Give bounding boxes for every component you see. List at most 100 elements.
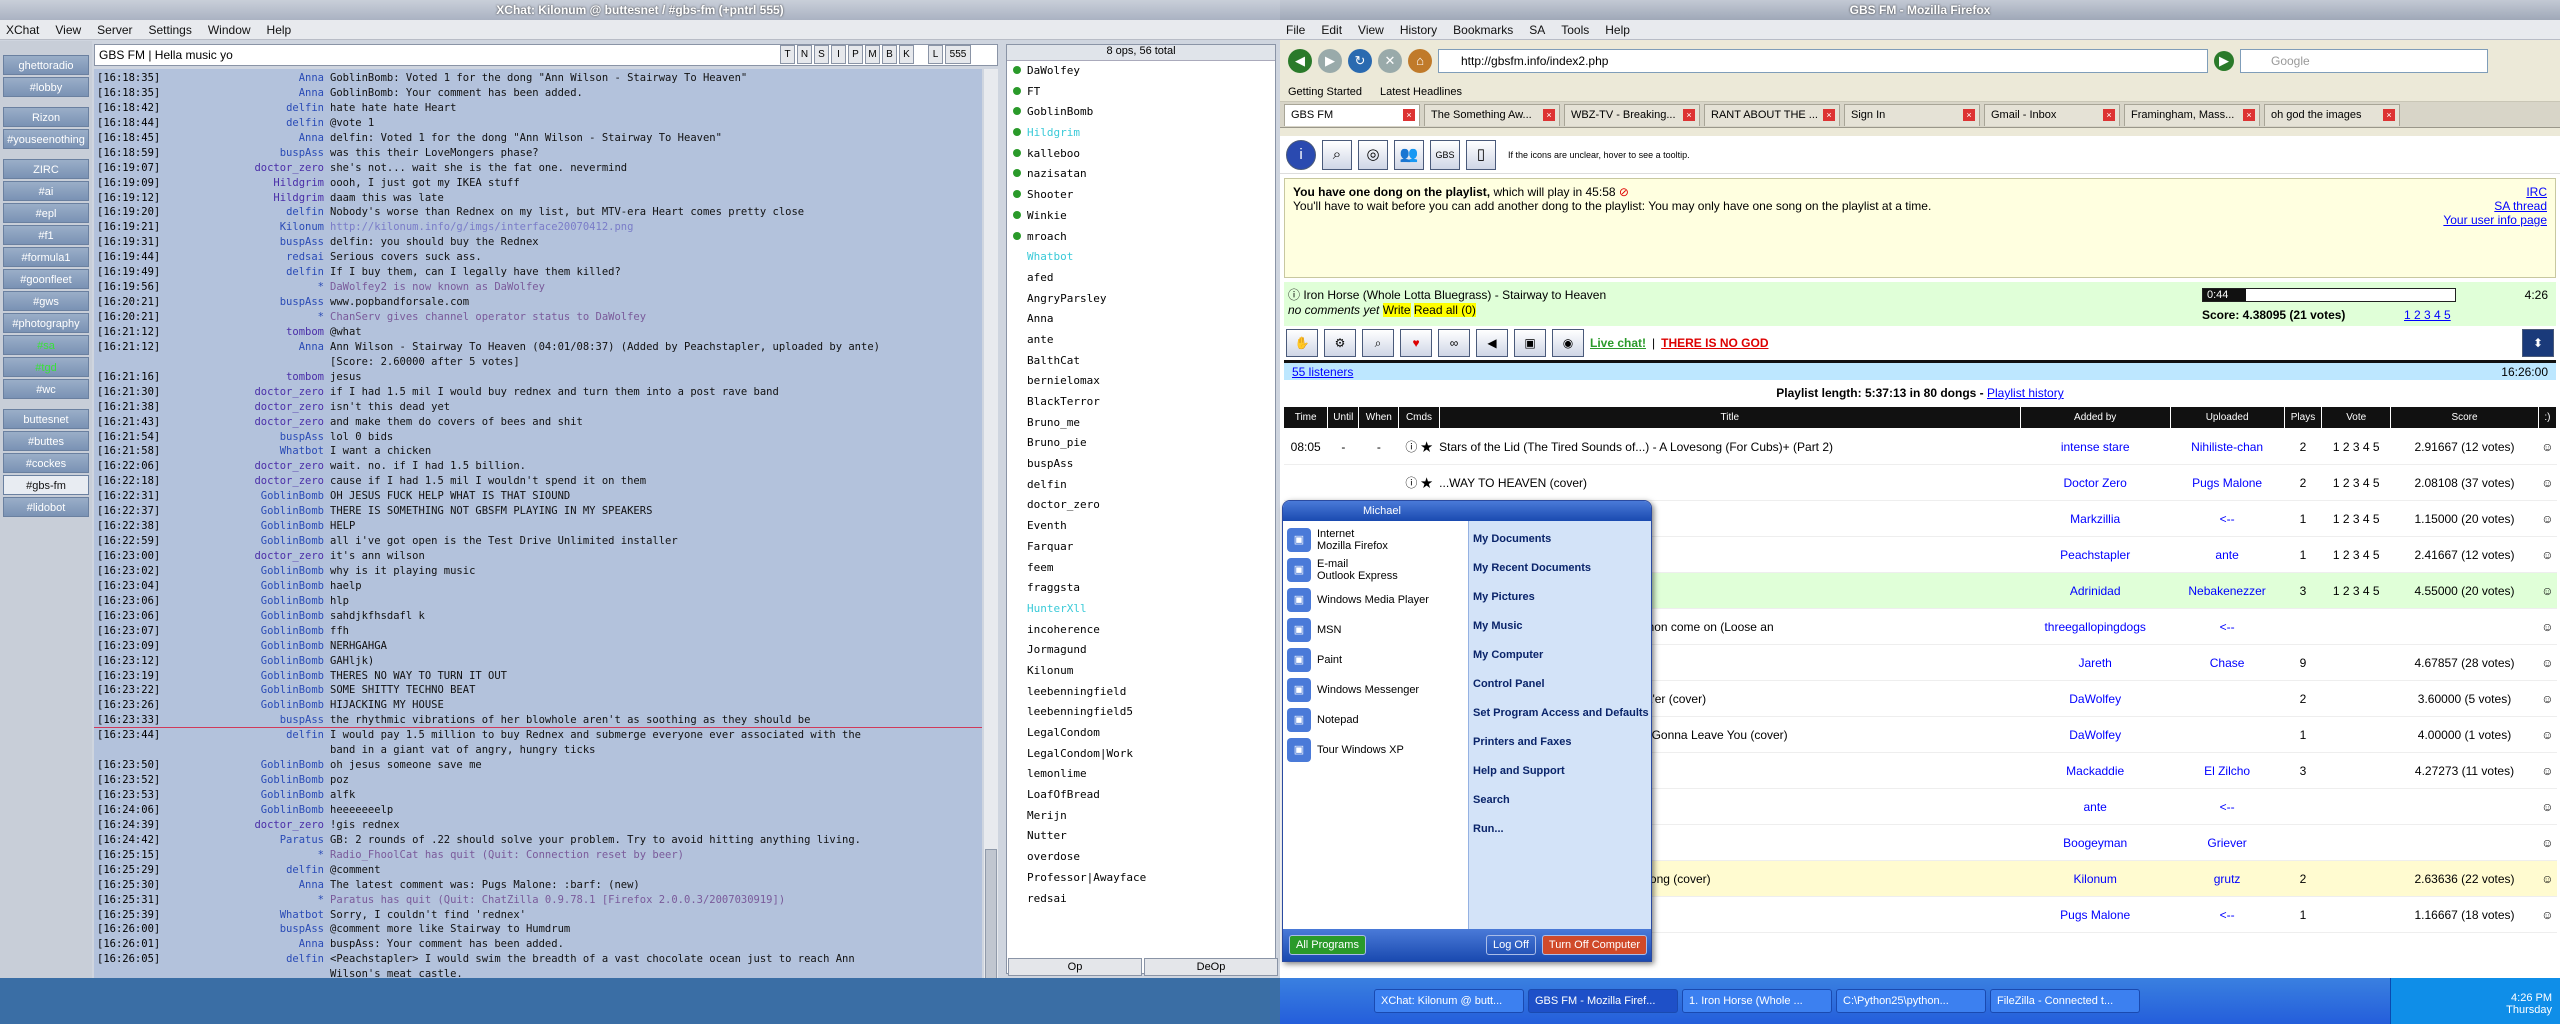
- user-entry[interactable]: Jormagund: [1013, 640, 1275, 661]
- browser-tab[interactable]: Sign In ×: [1844, 104, 1980, 126]
- column-header[interactable]: When: [1358, 406, 1400, 429]
- nickname[interactable]: delfin: [162, 728, 330, 743]
- nickname[interactable]: Hildgrim: [162, 191, 330, 206]
- mode-toggle-button[interactable]: I: [831, 45, 846, 64]
- cell-up[interactable]: <--: [2170, 500, 2285, 537]
- nickname[interactable]: doctor_zero: [162, 400, 330, 415]
- nickname[interactable]: Hildgrim: [162, 176, 330, 191]
- browser-tab[interactable]: WBZ-TV - Breaking... ×: [1564, 104, 1700, 126]
- taskbar-button[interactable]: FileZilla - Connected t...: [1990, 989, 2140, 1013]
- channel-tab[interactable]: #sa: [3, 335, 89, 355]
- user-entry[interactable]: Bruno_pie: [1013, 433, 1275, 454]
- back-arrow-icon[interactable]: ◀: [1288, 49, 1312, 73]
- channel-tab[interactable]: #lidobot: [3, 497, 89, 517]
- user-entry[interactable]: delfin: [1013, 475, 1275, 496]
- place-item[interactable]: Help and Support: [1473, 757, 1649, 786]
- nickname[interactable]: Kilonum: [162, 220, 330, 235]
- user-entry[interactable]: Professor|Awayface: [1013, 868, 1275, 889]
- nickname[interactable]: tombom: [162, 370, 330, 385]
- user-entry[interactable]: Hildgrim: [1013, 123, 1275, 144]
- cell-up[interactable]: Pugs Malone: [2170, 464, 2285, 501]
- cell-up[interactable]: <--: [2170, 608, 2285, 645]
- taskbar-button[interactable]: 1. Iron Horse (Whole ...: [1682, 989, 1832, 1013]
- radio-icon[interactable]: ▣: [1514, 329, 1546, 357]
- user-entry[interactable]: FT: [1013, 82, 1275, 103]
- user-entry[interactable]: Winkie: [1013, 206, 1275, 227]
- channel-tab[interactable]: buttesnet: [3, 409, 89, 429]
- go-icon[interactable]: ▶: [2214, 51, 2234, 71]
- cell-title[interactable]: Stars of the Lid (The Tired Sounds of...…: [1439, 428, 2021, 465]
- cell-added[interactable]: Kilonum: [2020, 860, 2170, 897]
- browser-tab[interactable]: Framingham, Mass... ×: [2124, 104, 2260, 126]
- cell-vote[interactable]: 1 2 3 4 5: [2321, 572, 2391, 609]
- nickname[interactable]: GoblinBomb: [162, 788, 330, 803]
- browser-tab[interactable]: oh god the images ×: [2264, 104, 2400, 126]
- nickname[interactable]: GoblinBomb: [162, 534, 330, 549]
- live-chat-link[interactable]: Live chat!: [1590, 336, 1646, 350]
- cell-added[interactable]: intense stare: [2020, 428, 2170, 465]
- bookmark-getting-started[interactable]: Getting Started: [1288, 86, 1362, 98]
- cell-added[interactable]: DaWolfey: [2020, 680, 2170, 717]
- nickname[interactable]: buspAss: [162, 146, 330, 161]
- nickname[interactable]: Anna: [162, 86, 330, 101]
- menu-history[interactable]: History: [1400, 23, 1437, 37]
- cell-vote[interactable]: [2321, 644, 2391, 681]
- channel-tab[interactable]: #gbs-fm: [3, 475, 89, 495]
- nickname[interactable]: GoblinBomb: [162, 624, 330, 639]
- column-header[interactable]: Time: [1282, 406, 1329, 429]
- users-icon[interactable]: 👥: [1394, 139, 1424, 170]
- user-entry[interactable]: leebenningfield5: [1013, 702, 1275, 723]
- menu-help[interactable]: Help: [1605, 23, 1630, 37]
- menu-view[interactable]: View: [1358, 23, 1384, 37]
- user-entry[interactable]: mroach: [1013, 227, 1275, 248]
- nickname[interactable]: *: [162, 280, 330, 295]
- cell-up[interactable]: Nihiliste-chan: [2170, 428, 2285, 465]
- menu-file[interactable]: File: [1286, 23, 1305, 37]
- nickname[interactable]: doctor_zero: [162, 161, 330, 176]
- cell-up[interactable]: Chase: [2170, 644, 2285, 681]
- gbs-logo-icon[interactable]: GBS: [1430, 139, 1460, 170]
- channel-tab[interactable]: #gws: [3, 291, 89, 311]
- user-entry[interactable]: DaWolfey: [1013, 61, 1275, 82]
- nickname[interactable]: doctor_zero: [162, 459, 330, 474]
- cell-vote[interactable]: [2321, 608, 2391, 645]
- cell-added[interactable]: Mackaddie: [2020, 752, 2170, 789]
- read-link[interactable]: Read all (0): [1413, 303, 1476, 317]
- channel-tab[interactable]: Rizon: [3, 107, 89, 127]
- user-entry[interactable]: LoafOfBread: [1013, 785, 1275, 806]
- user-entry[interactable]: Eventh: [1013, 516, 1275, 537]
- nickname[interactable]: doctor_zero: [162, 385, 330, 400]
- nickname[interactable]: delfin: [162, 265, 330, 280]
- place-item[interactable]: My Documents: [1473, 525, 1649, 554]
- channel-tab[interactable]: ghettoradio: [3, 55, 89, 75]
- forward-arrow-icon[interactable]: ▶: [1318, 49, 1342, 73]
- nickname[interactable]: buspAss: [162, 430, 330, 445]
- scroll-thumb[interactable]: [985, 849, 997, 978]
- column-header[interactable]: Title: [1438, 406, 2021, 429]
- taskbar-button[interactable]: XChat: Kilonum @ butt...: [1374, 989, 1524, 1013]
- all-programs-button[interactable]: All Programs: [1289, 935, 1366, 955]
- nickname[interactable]: buspAss: [162, 713, 330, 727]
- mode-toggle-button[interactable]: M: [865, 45, 880, 64]
- program-item[interactable]: ▣ Windows Media Player: [1287, 585, 1464, 615]
- mode-toggle-button[interactable]: N: [797, 45, 812, 64]
- user-entry[interactable]: overdose: [1013, 847, 1275, 868]
- nickname[interactable]: Anna: [162, 878, 330, 893]
- user-entry[interactable]: AngryParsley: [1013, 289, 1275, 310]
- cell-up[interactable]: [2170, 716, 2285, 753]
- user-entry[interactable]: Bruno_me: [1013, 413, 1275, 434]
- reload-icon[interactable]: ↻: [1348, 49, 1372, 73]
- user-entry[interactable]: doctor_zero: [1013, 495, 1275, 516]
- search-input[interactable]: Google: [2240, 49, 2488, 73]
- nickname[interactable]: Whatbot: [162, 444, 330, 459]
- hand-icon[interactable]: ✋: [1286, 329, 1318, 357]
- menu-xchat[interactable]: XChat: [6, 23, 39, 37]
- close-icon[interactable]: ×: [2103, 109, 2115, 121]
- cell-vote[interactable]: 1 2 3 4 5: [2321, 428, 2391, 465]
- stop-icon[interactable]: ✕: [1378, 49, 1402, 73]
- cell-added[interactable]: Boogeyman: [2020, 824, 2170, 861]
- cell-added[interactable]: DaWolfey: [2020, 716, 2170, 753]
- user-entry[interactable]: LegalCondom|Work: [1013, 744, 1275, 765]
- user-entry[interactable]: feem: [1013, 558, 1275, 579]
- mode-toggle-button[interactable]: K: [899, 45, 914, 64]
